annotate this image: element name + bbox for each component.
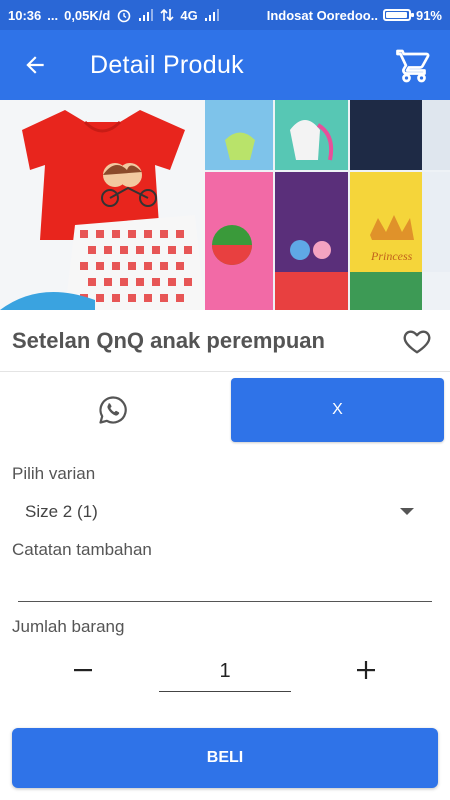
app-bar: Detail Produk [0, 30, 450, 100]
whatsapp-icon [98, 396, 127, 424]
status-battery: 91% [415, 7, 442, 23]
quantity-input[interactable] [159, 652, 291, 692]
data-arrows-icon [160, 8, 174, 22]
variant-dropdown[interactable]: Size 2 (1) [0, 490, 450, 534]
page-title: Detail Produk [90, 50, 244, 79]
signal-icon-2 [204, 9, 219, 21]
status-carrier: Indosat Ooredoo.. [266, 7, 378, 23]
variant-label: Pilih varian [12, 464, 96, 483]
battery-icon [382, 9, 414, 21]
plus-icon [357, 661, 375, 679]
status-speed: 0,05K/d [64, 7, 111, 23]
variant-selected: Size 2 (1) [25, 502, 98, 521]
product-header: Setelan QnQ anak perempuan [0, 310, 450, 372]
quantity-label: Jumlah barang [12, 617, 125, 636]
signal-icon [139, 9, 154, 21]
favorite-button[interactable] [402, 326, 432, 356]
buy-button[interactable]: BELI [12, 728, 438, 788]
alarm-icon [118, 9, 131, 23]
quantity-increase-button[interactable] [346, 652, 386, 688]
close-x-button[interactable]: X [231, 378, 444, 442]
minus-icon [74, 669, 92, 672]
cart-button[interactable] [394, 46, 434, 86]
status-left: 10:36 ... 0,05K/d 4G [8, 7, 220, 23]
status-bar: 10:36 ... 0,05K/d 4G Indosat Ooredoo.. 9… [0, 0, 450, 30]
status-right: Indosat Ooredoo.. 91% [267, 8, 442, 23]
status-network: 4G [180, 7, 198, 23]
status-time: 10:36 [8, 7, 42, 23]
quantity-decrease-button[interactable] [63, 652, 103, 688]
chevron-down-icon [400, 508, 414, 515]
whatsapp-button[interactable] [0, 378, 225, 442]
status-dots: ... [47, 7, 59, 23]
princess-text: Princess [370, 249, 413, 263]
back-button[interactable] [0, 30, 70, 100]
product-name: Setelan QnQ anak perempuan [12, 327, 325, 353]
cart-icon [396, 49, 430, 83]
product-image[interactable]: Princess [0, 100, 450, 310]
note-input[interactable] [18, 570, 432, 602]
heart-outline-icon [403, 330, 431, 354]
arrow-left-icon [26, 56, 44, 74]
note-label: Catatan tambahan [12, 540, 152, 559]
product-photo: Princess [0, 100, 450, 310]
